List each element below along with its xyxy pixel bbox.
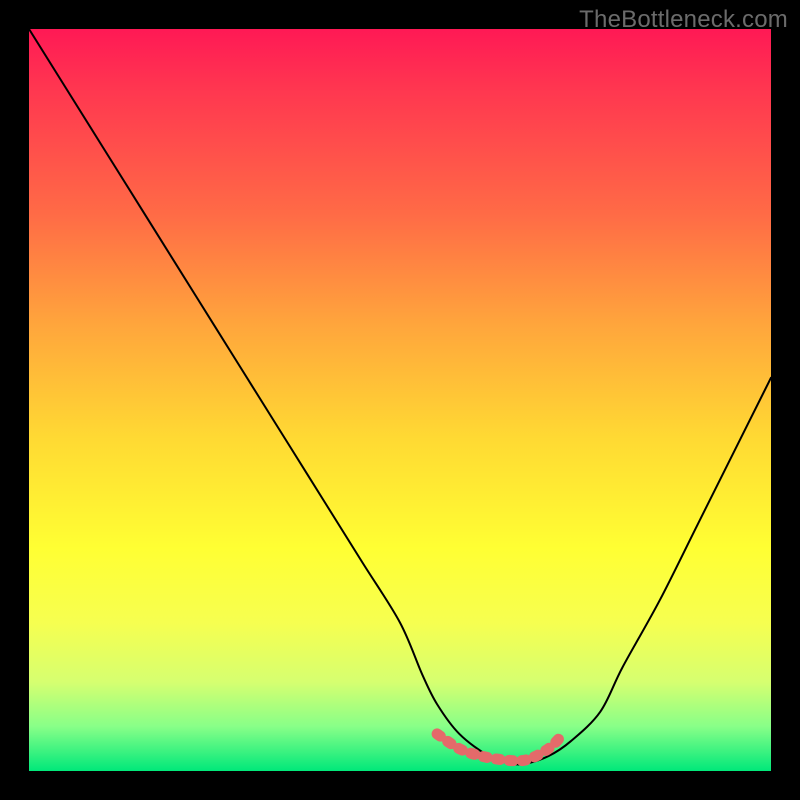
watermark-text: TheBottleneck.com	[579, 6, 788, 34]
optimal-band-marker	[437, 734, 563, 761]
chart-frame: TheBottleneck.com	[0, 0, 800, 800]
bottleneck-curve-line	[29, 29, 771, 765]
chart-overlay	[29, 29, 771, 771]
